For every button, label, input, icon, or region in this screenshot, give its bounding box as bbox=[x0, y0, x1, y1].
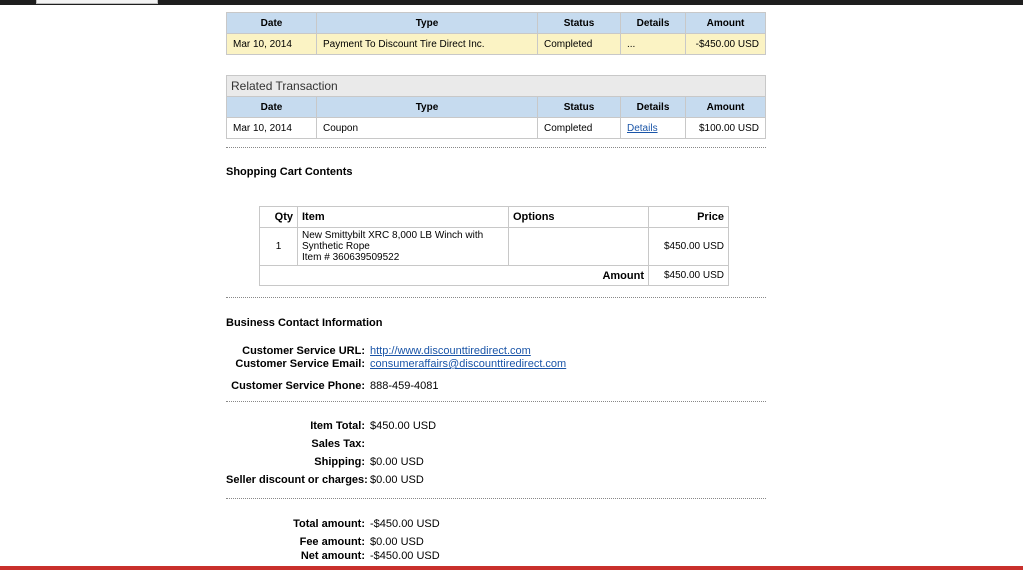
net-amount-value: -$450.00 USD bbox=[370, 550, 440, 562]
tx-amount: -$450.00 USD bbox=[685, 33, 766, 55]
col-amount: Amount bbox=[685, 12, 766, 34]
shipping-value: $0.00 USD bbox=[370, 456, 424, 468]
related-row: Mar 10, 2014 Coupon Completed Details $1… bbox=[226, 117, 766, 139]
total-amount-label: Total amount: bbox=[293, 518, 365, 530]
related-date: Mar 10, 2014 bbox=[226, 117, 317, 139]
shipping-label: Shipping: bbox=[314, 456, 365, 468]
related-status: Completed bbox=[537, 117, 621, 139]
sales-tax-label: Sales Tax: bbox=[311, 438, 365, 450]
tx-date: Mar 10, 2014 bbox=[226, 33, 317, 55]
cart-amount-label: Amount bbox=[259, 265, 649, 286]
divider bbox=[226, 401, 766, 402]
cart-item-name-line1: New Smittybilt XRC 8,000 LB Winch with bbox=[302, 230, 484, 241]
col-status: Status bbox=[537, 12, 621, 34]
contact-phone-value: 888-459-4081 bbox=[370, 380, 439, 392]
cart-amount-row: Amount $450.00 USD bbox=[259, 265, 729, 286]
net-amount-row: Net amount: -$450.00 USD bbox=[226, 550, 440, 562]
total-amount-value: -$450.00 USD bbox=[370, 518, 440, 530]
cart-table: Qty Item Options Price 1 New Smittybilt … bbox=[259, 206, 729, 286]
fee-amount-value: $0.00 USD bbox=[370, 536, 424, 548]
transaction-table: Date Type Status Details Amount Mar 10, … bbox=[226, 12, 766, 55]
tx-status: Completed bbox=[537, 33, 621, 55]
contact-email-row: Customer Service Email: consumeraffairs@… bbox=[226, 358, 566, 370]
total-amount-row: Total amount: -$450.00 USD bbox=[226, 518, 440, 530]
discount-value: $0.00 USD bbox=[370, 474, 424, 486]
fee-amount-label: Fee amount: bbox=[299, 536, 365, 548]
cart-col-options: Options bbox=[508, 206, 649, 228]
browser-tab[interactable] bbox=[36, 0, 158, 4]
contact-email-label: Customer Service Email: bbox=[235, 358, 365, 370]
cart-item-price: $450.00 USD bbox=[648, 227, 729, 266]
discount-label: Seller discount or charges: bbox=[226, 474, 368, 486]
cart-item-qty: 1 bbox=[259, 227, 298, 266]
cart-title: Shopping Cart Contents bbox=[226, 166, 353, 178]
contact-phone-label: Customer Service Phone: bbox=[231, 380, 365, 392]
shipping-row: Shipping: $0.00 USD bbox=[226, 456, 424, 468]
contact-phone-row: Customer Service Phone: 888-459-4081 bbox=[226, 380, 439, 392]
browser-bottom-bar bbox=[0, 566, 1023, 570]
cart-col-item: Item bbox=[297, 206, 509, 228]
related-details-link[interactable]: Details bbox=[627, 123, 658, 134]
cart-item-row: 1 New Smittybilt XRC 8,000 LB Winch with… bbox=[259, 227, 729, 266]
divider bbox=[226, 498, 766, 499]
cart-item-options bbox=[508, 227, 649, 266]
col-amount: Amount bbox=[685, 96, 766, 118]
tx-details: ... bbox=[620, 33, 686, 55]
cart-amount-value: $450.00 USD bbox=[648, 265, 729, 286]
item-total-row: Item Total: $450.00 USD bbox=[226, 420, 436, 432]
col-status: Status bbox=[537, 96, 621, 118]
cart-item-desc: New Smittybilt XRC 8,000 LB Winch with S… bbox=[297, 227, 509, 266]
item-total-value: $450.00 USD bbox=[370, 420, 437, 432]
cart-col-price: Price bbox=[648, 206, 729, 228]
sales-tax-row: Sales Tax: bbox=[226, 438, 370, 450]
net-amount-label: Net amount: bbox=[300, 550, 365, 562]
related-details-cell: Details bbox=[620, 117, 686, 139]
col-type: Type bbox=[316, 12, 538, 34]
contact-url-label: Customer Service URL: bbox=[242, 345, 365, 357]
cart-col-qty: Qty bbox=[259, 206, 298, 228]
contact-title: Business Contact Information bbox=[226, 317, 383, 329]
browser-top-bar bbox=[0, 0, 1023, 5]
discount-row: Seller discount or charges: $0.00 USD bbox=[226, 474, 424, 486]
col-details: Details bbox=[620, 96, 686, 118]
item-total-label: Item Total: bbox=[310, 420, 365, 432]
col-type: Type bbox=[316, 96, 538, 118]
divider bbox=[226, 147, 766, 148]
col-date: Date bbox=[226, 96, 317, 118]
contact-email-link[interactable]: consumeraffairs@discounttiredirect.com bbox=[370, 358, 566, 370]
related-type: Coupon bbox=[316, 117, 538, 139]
col-date: Date bbox=[226, 12, 317, 34]
col-details: Details bbox=[620, 12, 686, 34]
fee-amount-row: Fee amount: $0.00 USD bbox=[226, 536, 424, 548]
contact-url-row: Customer Service URL: http://www.discoun… bbox=[226, 345, 531, 357]
transaction-row: Mar 10, 2014 Payment To Discount Tire Di… bbox=[226, 33, 766, 55]
cart-item-number: Item # 360639509522 bbox=[302, 252, 400, 263]
transaction-header-row: Date Type Status Details Amount bbox=[226, 12, 766, 34]
related-amount: $100.00 USD bbox=[685, 117, 766, 139]
tx-type: Payment To Discount Tire Direct Inc. bbox=[316, 33, 538, 55]
related-transaction-title: Related Transaction bbox=[226, 75, 766, 96]
related-transaction-table: Related Transaction Date Type Status Det… bbox=[226, 75, 766, 139]
cart-item-name-line2: Synthetic Rope bbox=[302, 241, 370, 252]
contact-url-link[interactable]: http://www.discounttiredirect.com bbox=[370, 345, 531, 357]
cart-header-row: Qty Item Options Price bbox=[259, 206, 729, 228]
divider bbox=[226, 297, 766, 298]
related-header-row: Date Type Status Details Amount bbox=[226, 96, 766, 118]
